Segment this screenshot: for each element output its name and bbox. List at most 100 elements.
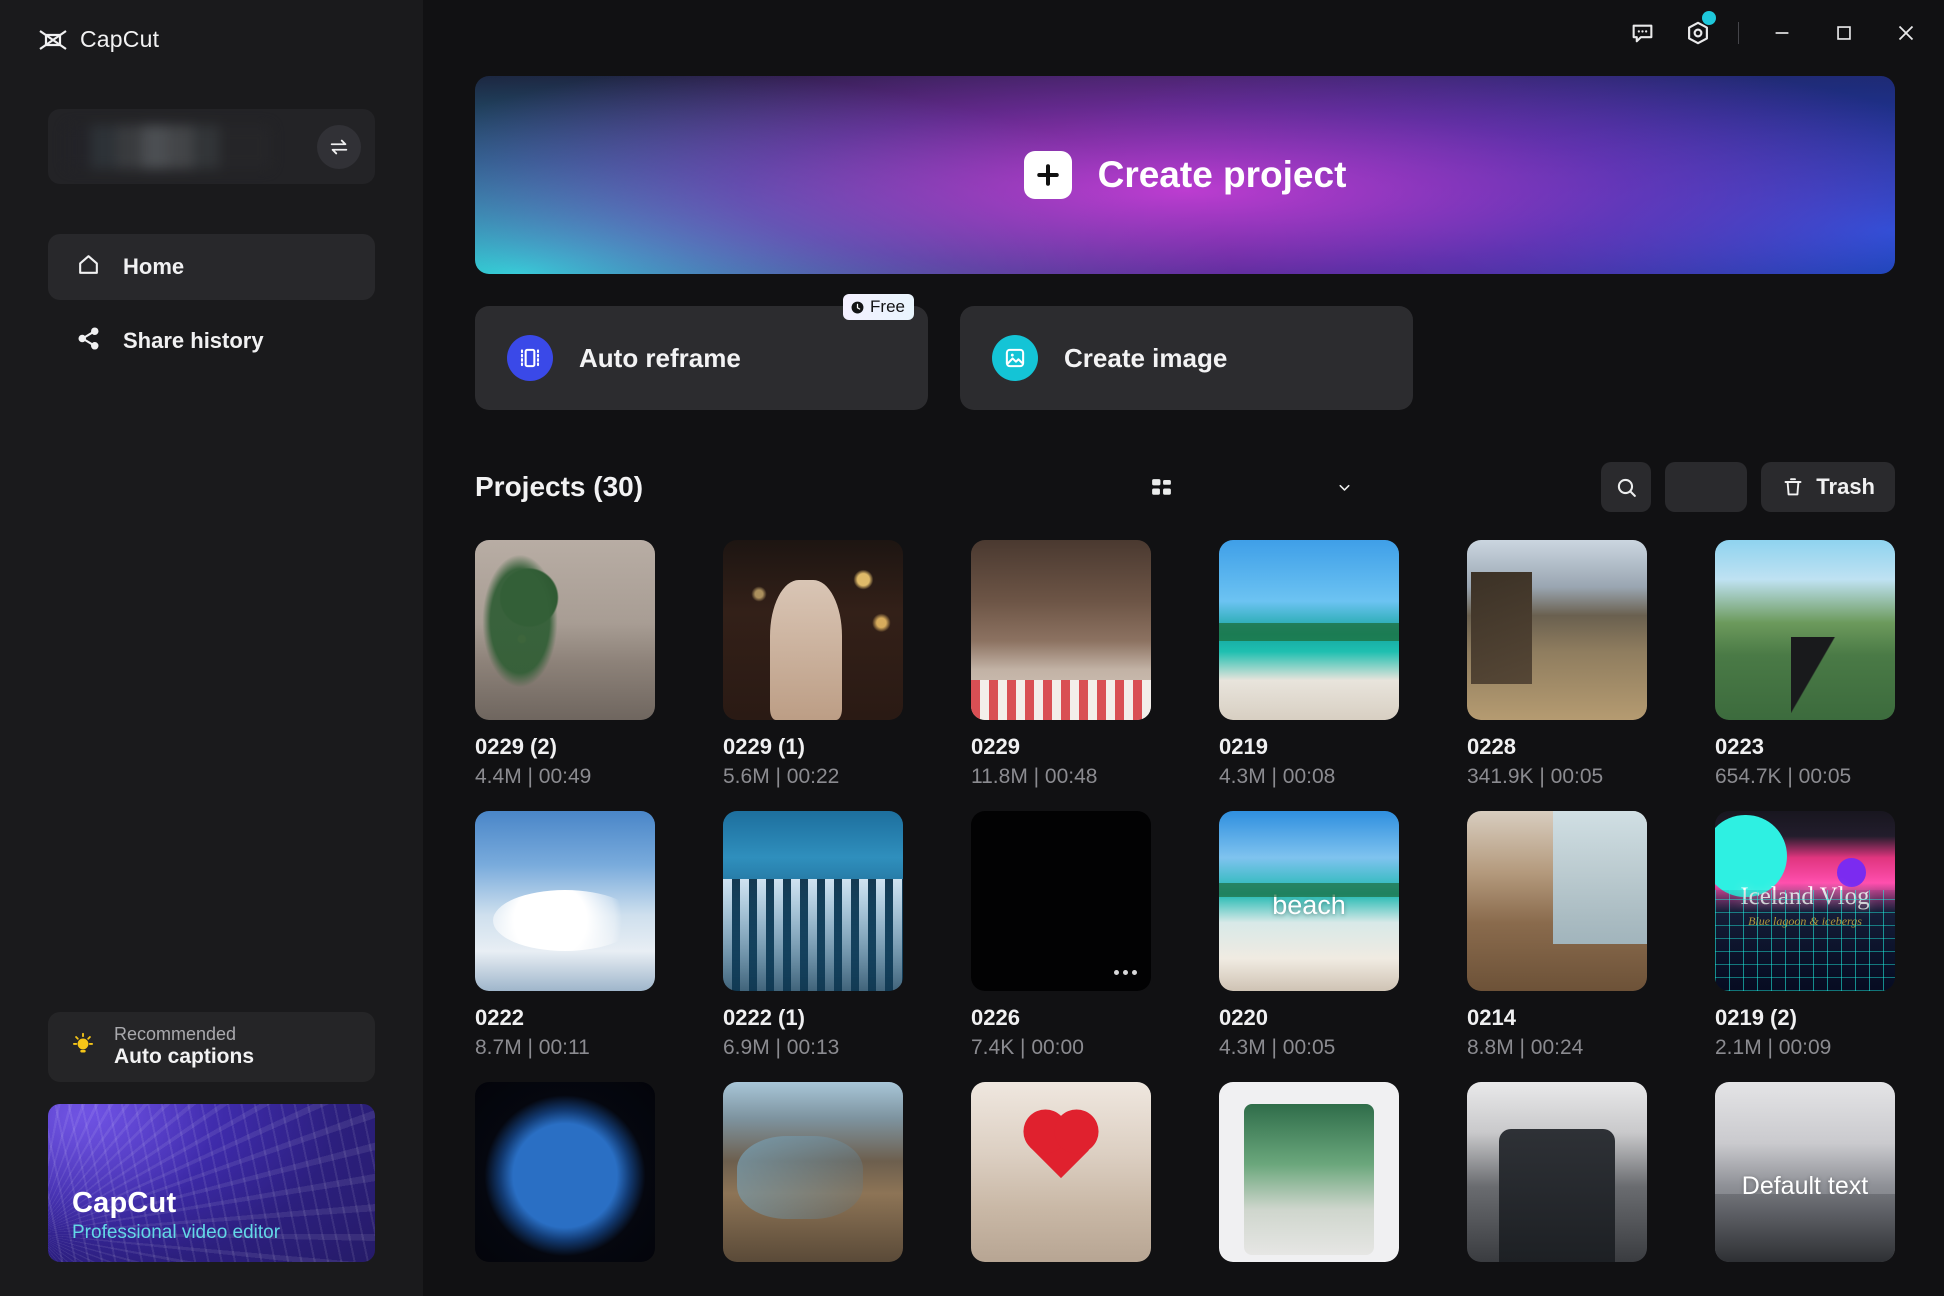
project-name: 0219 xyxy=(1219,734,1399,760)
project-name: 0223 xyxy=(1715,734,1895,760)
project-name: 0222 xyxy=(475,1005,655,1031)
project-card[interactable] xyxy=(723,1082,903,1262)
project-card[interactable]: 0214 8.8M | 00:24 xyxy=(1467,811,1647,1060)
feedback-chat-icon[interactable] xyxy=(1614,11,1670,55)
close-icon[interactable] xyxy=(1875,10,1937,56)
titlebar-divider xyxy=(1738,22,1739,44)
project-card[interactable]: 0219 4.3M | 00:08 xyxy=(1219,540,1399,789)
project-thumbnail: Default text xyxy=(1715,1082,1895,1262)
project-thumbnail xyxy=(971,540,1151,720)
project-meta: 4.3M | 00:08 xyxy=(1219,765,1399,789)
projects-header: Projects (30) xyxy=(475,462,1895,512)
project-name: 0228 xyxy=(1467,734,1647,760)
create-project-inner: Create project xyxy=(1024,151,1347,199)
project-thumbnail xyxy=(475,811,655,991)
capcut-promo-card[interactable]: CapCut Professional video editor xyxy=(48,1104,375,1262)
project-card[interactable]: 0226 7.4K | 00:00 xyxy=(971,811,1151,1060)
project-card[interactable] xyxy=(475,1082,655,1262)
thumbnail-overlay-title: Iceland Vlog xyxy=(1715,883,1895,911)
clock-icon xyxy=(850,300,865,315)
project-thumbnail: beach xyxy=(1219,811,1399,991)
project-meta: 8.7M | 00:11 xyxy=(475,1036,655,1060)
switch-account-icon[interactable] xyxy=(317,125,361,169)
project-thumbnail xyxy=(1467,540,1647,720)
project-thumbnail xyxy=(723,1082,903,1262)
project-name: 0229 xyxy=(971,734,1151,760)
project-thumbnail xyxy=(1219,540,1399,720)
project-thumbnail: Iceland Vlog Blue lagoon & icebergs xyxy=(1715,811,1895,991)
free-badge-label: Free xyxy=(870,297,905,317)
trash-label: Trash xyxy=(1816,474,1875,500)
project-card[interactable]: 0228 341.9K | 00:05 xyxy=(1467,540,1647,789)
content-area: Create project Auto reframe xyxy=(423,66,1944,1262)
project-meta: 654.7K | 00:05 xyxy=(1715,765,1895,789)
create-project-banner[interactable]: Create project xyxy=(475,76,1895,274)
recommended-auto-captions-card[interactable]: Recommended Auto captions xyxy=(48,1012,375,1082)
project-meta: 341.9K | 00:05 xyxy=(1467,765,1647,789)
thumbnail-overlay-text: beach xyxy=(1219,890,1399,921)
project-card[interactable]: Reading xyxy=(1467,1082,1647,1262)
image-icon xyxy=(992,335,1038,381)
project-name: 0222 (1) xyxy=(723,1005,903,1031)
project-more-menu-icon[interactable] xyxy=(1114,970,1137,975)
sidebar-item-share-history[interactable]: Share history xyxy=(48,308,375,374)
project-meta: 11.8M | 00:48 xyxy=(971,765,1151,789)
create-project-label: Create project xyxy=(1098,154,1347,196)
project-card[interactable] xyxy=(971,1082,1151,1262)
sidebar: CapCut Home xyxy=(0,0,423,1296)
create-image-button[interactable]: Create image xyxy=(960,306,1413,410)
project-card[interactable]: 0222 8.7M | 00:11 xyxy=(475,811,655,1060)
project-card[interactable]: 0223 654.7K | 00:05 xyxy=(1715,540,1895,789)
promo-subtitle: Professional video editor xyxy=(72,1222,280,1244)
account-name-masked xyxy=(66,125,271,169)
create-image-label: Create image xyxy=(1064,343,1227,374)
brand: CapCut xyxy=(0,0,423,53)
account-switcher[interactable] xyxy=(48,109,375,184)
project-name: 0229 (1) xyxy=(723,734,903,760)
project-card[interactable]: 0229 (2) 4.4M | 00:49 xyxy=(475,540,655,789)
promo-title: CapCut xyxy=(72,1187,280,1220)
quick-actions-row: Auto reframe Free xyxy=(475,306,1895,410)
sidebar-bottom: Recommended Auto captions CapCut Profess… xyxy=(0,1012,423,1296)
project-card[interactable]: beach 0220 4.3M | 00:05 xyxy=(1219,811,1399,1060)
grid-view-selector[interactable] xyxy=(1665,462,1747,512)
project-thumbnail xyxy=(971,811,1151,991)
maximize-icon[interactable] xyxy=(1813,10,1875,56)
projects-toolbar: Trash xyxy=(1601,462,1895,512)
project-card[interactable] xyxy=(1219,1082,1399,1262)
project-thumbnail xyxy=(1219,1082,1399,1262)
project-thumbnail xyxy=(475,540,655,720)
search-icon[interactable] xyxy=(1601,462,1651,512)
project-card[interactable]: Iceland Vlog Blue lagoon & icebergs 0219… xyxy=(1715,811,1895,1060)
lightbulb-icon xyxy=(70,1032,96,1063)
recommended-title: Auto captions xyxy=(114,1045,254,1070)
sidebar-nav: Home Share history xyxy=(0,234,423,374)
project-meta: 5.6M | 00:22 xyxy=(723,765,903,789)
sidebar-item-share-history-label: Share history xyxy=(123,328,264,354)
project-thumbnail xyxy=(1467,811,1647,991)
sidebar-item-home[interactable]: Home xyxy=(48,234,375,300)
project-card[interactable]: 0229 11.8M | 00:48 xyxy=(971,540,1151,789)
project-card[interactable]: 0222 (1) 6.9M | 00:13 xyxy=(723,811,903,1060)
trash-button[interactable]: Trash xyxy=(1761,462,1895,512)
project-thumbnail xyxy=(475,1082,655,1262)
minimize-icon[interactable] xyxy=(1751,10,1813,56)
capcut-window: CapCut Home xyxy=(0,0,1944,1296)
project-meta: 8.8M | 00:24 xyxy=(1467,1036,1647,1060)
project-meta: 7.4K | 00:00 xyxy=(971,1036,1151,1060)
brand-name: CapCut xyxy=(80,26,159,53)
auto-reframe-label: Auto reframe xyxy=(579,343,741,374)
thumbnail-overlay-subtitle: Blue lagoon & icebergs xyxy=(1715,914,1895,929)
project-name: 0220 xyxy=(1219,1005,1399,1031)
project-card[interactable]: Default text xyxy=(1715,1082,1895,1262)
reframe-icon xyxy=(507,335,553,381)
project-thumbnail xyxy=(1715,540,1895,720)
chevron-down-icon xyxy=(1336,479,1353,496)
project-meta: 4.4M | 00:49 xyxy=(475,765,655,789)
sidebar-item-home-label: Home xyxy=(123,254,184,280)
project-name: 0226 xyxy=(971,1005,1151,1031)
home-icon xyxy=(76,252,101,282)
settings-gear-icon[interactable] xyxy=(1670,11,1726,55)
project-card[interactable]: 0229 (1) 5.6M | 00:22 xyxy=(723,540,903,789)
auto-reframe-button[interactable]: Auto reframe Free xyxy=(475,306,928,410)
